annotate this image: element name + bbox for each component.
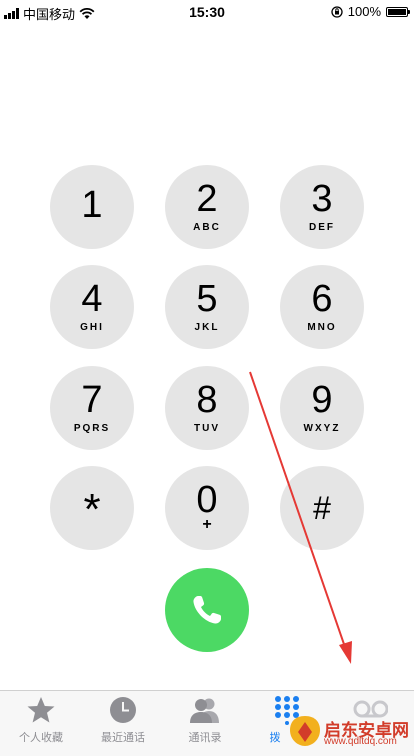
phone-icon — [193, 596, 221, 624]
key-star[interactable]: * — [50, 466, 134, 550]
key-9[interactable]: 9 WXYZ — [280, 366, 364, 450]
key-letters: ABC — [193, 222, 221, 233]
clock-icon — [110, 697, 136, 723]
key-digit: 8 — [196, 379, 218, 421]
key-digit: 5 — [196, 278, 218, 320]
watermark: 启东安卓网 www.qdltdq.com — [286, 712, 410, 752]
key-letters: JKL — [194, 322, 220, 333]
annotation-arrowhead — [339, 641, 352, 664]
key-digit: 6 — [311, 278, 333, 320]
key-digit: 9 — [311, 379, 333, 421]
key-letters: GHI — [80, 322, 104, 333]
key-digit: # — [313, 490, 331, 526]
tab-label: 最近通话 — [101, 732, 145, 744]
key-letters: PQRS — [73, 423, 111, 434]
watermark-url: www.qdltdq.com — [324, 736, 397, 747]
key-digit: 3 — [311, 178, 333, 220]
tab-favorites[interactable]: 个人收藏 — [0, 691, 82, 756]
status-right: 100% — [331, 4, 410, 19]
key-digit: * — [83, 485, 101, 534]
key-6[interactable]: 6 MNO — [280, 265, 364, 349]
call-button[interactable] — [165, 568, 249, 652]
key-letters: TUV — [194, 423, 220, 434]
status-bar: 中国移动 15:30 100% — [0, 0, 414, 24]
key-3[interactable]: 3 DEF — [280, 165, 364, 249]
watermark-logo-icon — [290, 716, 320, 746]
key-letters: DEF — [309, 222, 335, 233]
contacts-icon — [190, 698, 219, 723]
key-digit: 2 — [196, 178, 218, 220]
key-1[interactable]: 1 — [50, 165, 134, 249]
key-letters: MNO — [307, 322, 337, 333]
key-digit: 1 — [81, 184, 103, 226]
key-8[interactable]: 8 TUV — [165, 366, 249, 450]
key-2[interactable]: 2 ABC — [165, 165, 249, 249]
key-digit: 7 — [81, 379, 103, 421]
key-0[interactable]: 0 + — [165, 466, 249, 550]
key-digit: 4 — [81, 278, 103, 320]
key-digit: 0 — [196, 479, 218, 521]
key-letters: + — [202, 516, 212, 533]
battery-percent: 100% — [347, 4, 381, 19]
key-7[interactable]: 7 PQRS — [50, 366, 134, 450]
battery-icon — [386, 6, 410, 17]
tab-label: 个人收藏 — [19, 732, 63, 744]
key-hash[interactable]: # — [280, 466, 364, 550]
key-letters: WXYZ — [303, 423, 341, 434]
key-4[interactable]: 4 GHI — [50, 265, 134, 349]
orientation-lock-icon — [331, 5, 343, 18]
tab-contacts[interactable]: 通讯录 — [164, 691, 246, 756]
tab-recents[interactable]: 最近通话 — [82, 691, 164, 756]
star-icon — [27, 697, 55, 723]
key-5[interactable]: 5 JKL — [165, 265, 249, 349]
